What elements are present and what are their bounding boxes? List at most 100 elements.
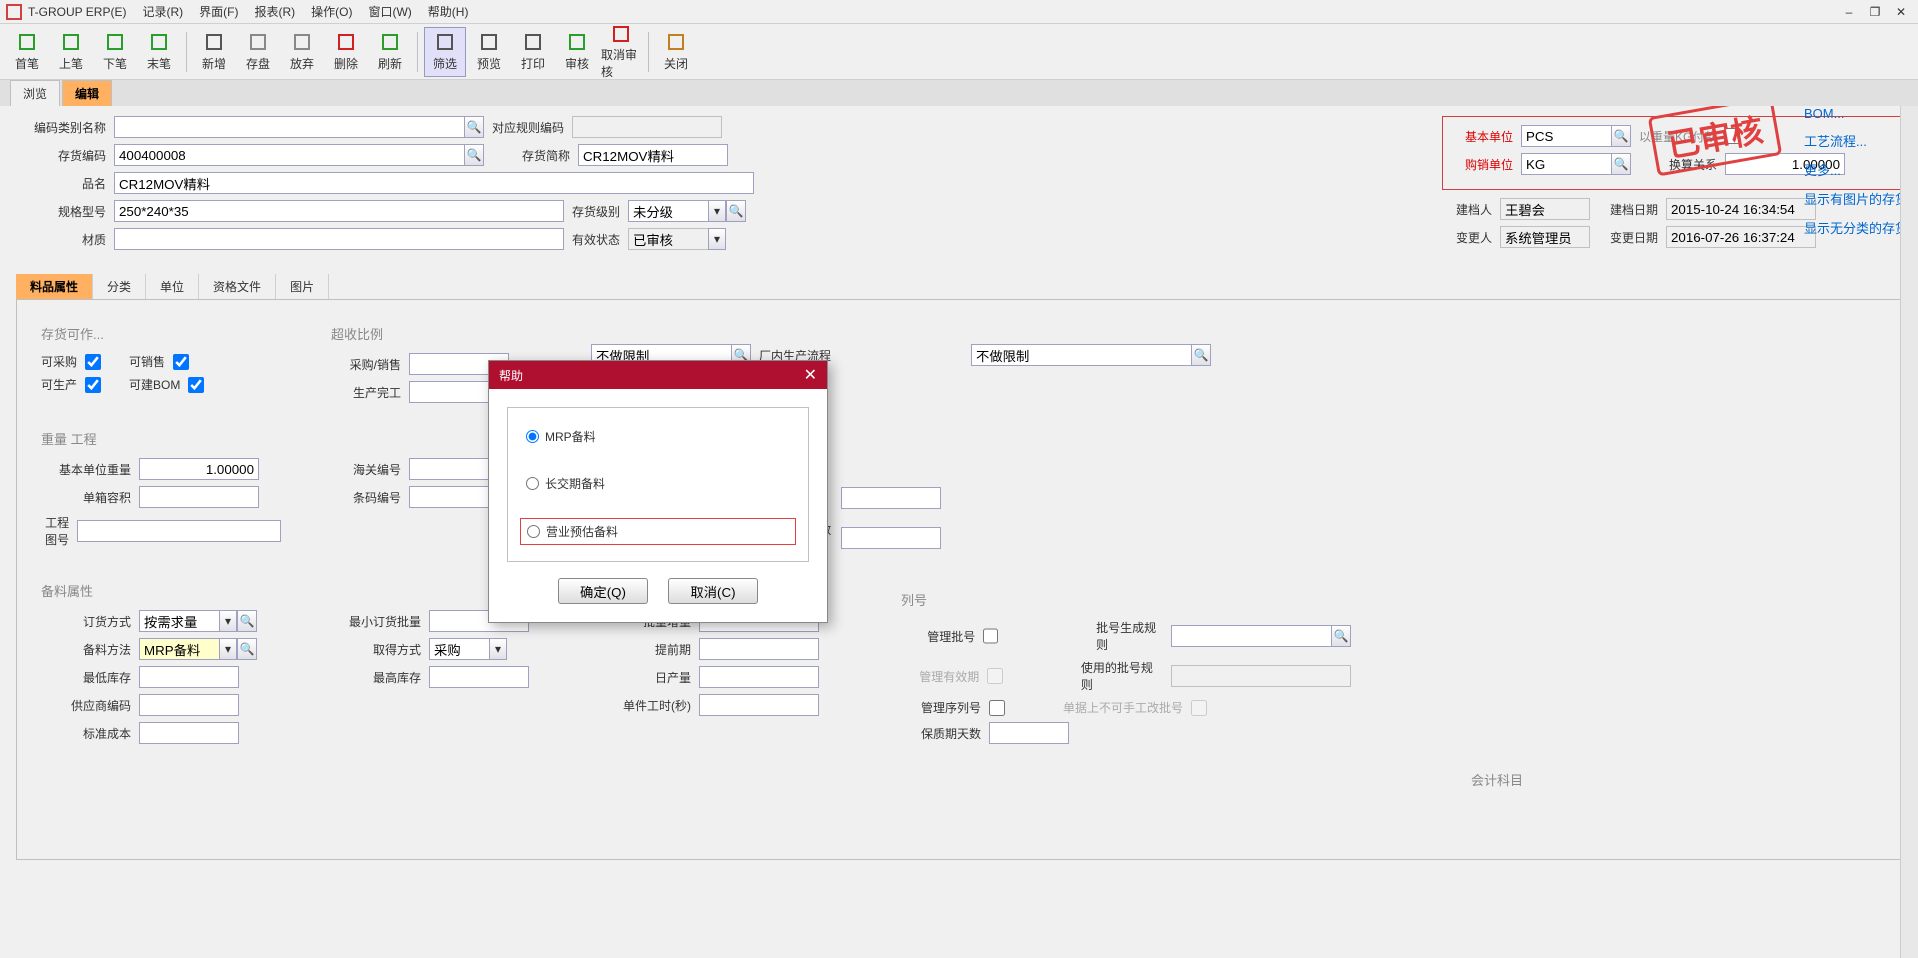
checkbox-can-prod[interactable] [85, 377, 101, 393]
input-box-cap[interactable] [139, 486, 259, 508]
menu-operation[interactable]: 操作(O) [311, 3, 352, 20]
input-batch-rule[interactable] [1171, 625, 1331, 647]
toolbtn-末笔[interactable]: 末笔 [138, 27, 180, 77]
tab-qual-doc[interactable]: 资格文件 [199, 274, 276, 299]
input-spec[interactable] [114, 200, 564, 222]
menu-help[interactable]: 帮助(H) [428, 3, 469, 20]
input-base-weight[interactable] [139, 458, 259, 480]
tab-browse[interactable]: 浏览 [10, 80, 60, 106]
toolbtn-取消审核[interactable]: 取消审核 [600, 27, 642, 77]
menu-window[interactable]: 窗口(W) [368, 3, 411, 20]
input-base-unit[interactable] [1521, 125, 1611, 147]
chevron-down-icon[interactable]: ▾ [219, 610, 237, 632]
chevron-down-icon[interactable]: ▾ [708, 228, 726, 250]
input-material[interactable] [114, 228, 564, 250]
input-inv-code[interactable] [114, 144, 464, 166]
toolbtn-审核[interactable]: 审核 [556, 27, 598, 77]
link-bom[interactable]: BOM... [1804, 106, 1908, 121]
link-more[interactable]: 更多... [1804, 160, 1908, 179]
toolbtn-刷新[interactable]: 刷新 [369, 27, 411, 77]
link-no-class[interactable]: 显示无分类的存货 [1804, 218, 1908, 237]
menu-record[interactable]: 记录(R) [142, 3, 183, 20]
link-process[interactable]: 工艺流程... [1804, 131, 1908, 150]
menu-ui[interactable]: 界面(F) [199, 3, 238, 20]
toolbtn-下笔[interactable]: 下笔 [94, 27, 136, 77]
checkbox-mg-serial[interactable] [989, 700, 1005, 716]
toolbtn-存盘[interactable]: 存盘 [237, 27, 279, 77]
input-stock-method[interactable] [139, 638, 219, 660]
toolbtn-删除[interactable]: 删除 [325, 27, 367, 77]
lookup-icon[interactable]: 🔍 [464, 116, 484, 138]
checkbox-mg-batch[interactable] [983, 628, 998, 644]
chevron-down-icon[interactable]: ▾ [219, 638, 237, 660]
checkbox-can-sell[interactable] [173, 354, 189, 370]
toolbtn-新增[interactable]: 新增 [193, 27, 235, 77]
input-min-inv[interactable] [139, 666, 239, 688]
toolbtn-首笔[interactable]: 首笔 [6, 27, 48, 77]
scrollbar[interactable] [1900, 106, 1918, 958]
toolbtn-预览[interactable]: 预览 [468, 27, 510, 77]
radio-long-lead[interactable] [526, 477, 539, 490]
menubar: T-GROUP ERP(E) 记录(R) 界面(F) 报表(R) 操作(O) 窗… [0, 0, 1918, 24]
option-long-lead[interactable]: 长交期备料 [526, 475, 790, 492]
lookup-icon[interactable]: 🔍 [464, 144, 484, 166]
tab-category[interactable]: 分类 [93, 274, 146, 299]
tab-edit[interactable]: 编辑 [62, 80, 112, 106]
input-name[interactable] [114, 172, 754, 194]
tab-image[interactable]: 图片 [276, 274, 329, 299]
lookup-icon[interactable]: 🔍 [1611, 125, 1631, 147]
lookup-icon[interactable]: 🔍 [1611, 153, 1631, 175]
minimize-button[interactable]: – [1838, 3, 1860, 21]
input-lead-time[interactable] [699, 638, 819, 660]
option-sales-forecast[interactable]: 营业预估备料 [520, 518, 796, 545]
input-fixed-incr[interactable] [841, 527, 941, 549]
label-over-prod: 生产完工 [331, 384, 401, 401]
chevron-down-icon[interactable]: ▾ [708, 200, 726, 222]
input-order-mode[interactable] [139, 610, 219, 632]
toolbtn-上笔[interactable]: 上笔 [50, 27, 92, 77]
checkbox-can-buy[interactable] [85, 354, 101, 370]
input-inv-short[interactable] [578, 144, 728, 166]
cancel-button[interactable]: 取消(C) [668, 578, 758, 604]
tab-item-attr[interactable]: 料品属性 [16, 274, 93, 299]
toolbtn-筛选[interactable]: 筛选 [424, 27, 466, 77]
tab-unit[interactable]: 单位 [146, 274, 199, 299]
label-inv-code: 存货编码 [16, 147, 106, 164]
radio-sales-forecast[interactable] [527, 525, 540, 538]
toolbar-icon [610, 24, 632, 44]
close-window-button[interactable]: ✕ [1890, 3, 1912, 21]
input-max-inv[interactable] [429, 666, 529, 688]
lookup-icon[interactable]: 🔍 [726, 200, 746, 222]
close-icon[interactable]: ✕ [804, 365, 817, 385]
lookup-icon[interactable]: 🔍 [237, 610, 257, 632]
lookup-icon[interactable]: 🔍 [237, 638, 257, 660]
input-used-rule [1171, 665, 1351, 687]
input-shelf-days[interactable] [989, 722, 1069, 744]
input-grade[interactable] [628, 200, 708, 222]
toolbtn-关闭[interactable]: 关闭 [655, 27, 697, 77]
restore-button[interactable]: ❐ [1864, 3, 1886, 21]
input-sales-unit[interactable] [1521, 153, 1611, 175]
input-daily-out[interactable] [699, 666, 819, 688]
input-prod-flow[interactable] [971, 344, 1191, 366]
lookup-icon[interactable]: 🔍 [1191, 344, 1211, 366]
chevron-down-icon[interactable]: ▾ [489, 638, 507, 660]
toolbtn-放弃[interactable]: 放弃 [281, 27, 323, 77]
ok-button[interactable]: 确定(Q) [558, 578, 648, 604]
menu-report[interactable]: 报表(R) [254, 3, 295, 20]
radio-mrp[interactable] [526, 430, 539, 443]
input-supplier[interactable] [139, 694, 239, 716]
label-shelf-days: 保质期天数 [901, 725, 981, 742]
toolbtn-打印[interactable]: 打印 [512, 27, 554, 77]
input-eng-draw[interactable] [77, 520, 281, 542]
input-code-class[interactable] [114, 116, 464, 138]
option-mrp[interactable]: MRP备料 [526, 428, 790, 445]
checkbox-can-bom[interactable] [188, 377, 204, 393]
lookup-icon[interactable]: 🔍 [1331, 625, 1351, 647]
input-std-cost[interactable] [139, 722, 239, 744]
section-acct: 会计科目 [1117, 770, 1877, 789]
link-with-image[interactable]: 显示有图片的存货 [1804, 189, 1908, 208]
input-obtain[interactable] [429, 638, 489, 660]
input-min-issue[interactable] [841, 487, 941, 509]
input-unit-sec[interactable] [699, 694, 819, 716]
